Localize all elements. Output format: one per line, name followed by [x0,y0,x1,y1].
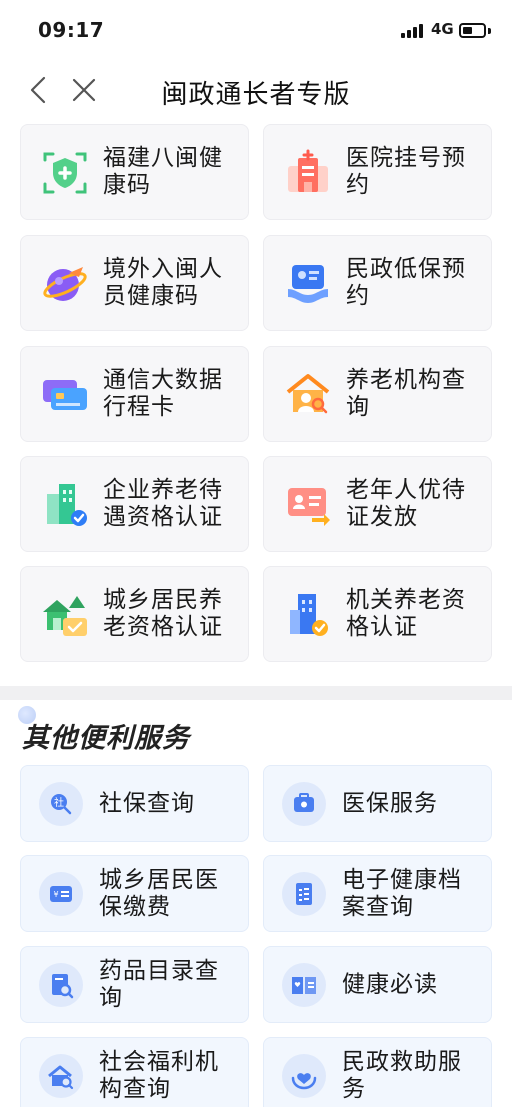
service-label: 养老机构查询 [346,367,466,420]
certificate-arrow-icon [282,478,334,530]
service-card-civil-relief-service[interactable]: 民政救助服务 [263,1037,492,1107]
plane-globe-icon [39,257,91,309]
service-label: 境外入闽人员健康码 [103,256,223,309]
service-card-low-income-appointment[interactable]: 民政低保预约 [263,235,492,331]
service-label: 福建八闽健康码 [103,145,223,198]
battery-icon [459,23,486,38]
service-card-senior-certificate[interactable]: 老年人优待证发放 [263,456,492,552]
service-label: 民政低保预约 [346,256,466,309]
id-card-hand-icon [282,257,334,309]
service-label: 药品目录查询 [99,957,219,1011]
heart-hands-icon [282,1053,326,1098]
drug-catalog-search-icon [39,962,83,1007]
service-card-rural-medical-payment[interactable]: ¥ 城乡居民医保缴费 [20,855,249,932]
service-label: 城乡居民养老资格认证 [103,587,223,640]
health-file-icon [282,871,326,916]
service-card-elderly-institution-query[interactable]: 养老机构查询 [263,346,492,442]
health-book-icon [282,962,326,1007]
service-card-hospital-appointment[interactable]: 医院挂号预约 [263,124,492,220]
medical-kit-icon [282,781,326,826]
service-card-health-code[interactable]: 福建八闽健康码 [20,124,249,220]
cards-icon [39,368,91,420]
health-code-shield-icon [39,146,91,198]
service-card-enterprise-pension-auth[interactable]: 企业养老待遇资格认证 [20,456,249,552]
service-card-medical-insurance[interactable]: 医保服务 [263,765,492,842]
service-label: 电子健康档案查询 [342,866,462,920]
service-label: 医院挂号预约 [346,145,466,198]
office-check-icon [282,588,334,640]
village-check-icon [39,588,91,640]
service-label: 健康必读 [342,971,438,997]
service-card-social-security-query[interactable]: 社 社保查询 [20,765,249,842]
service-label: 社保查询 [99,790,195,816]
service-label: 通信大数据行程卡 [103,367,223,420]
service-label: 城乡居民医保缴费 [99,866,219,920]
service-label: 机关养老资格认证 [346,587,466,640]
svg-text:社: 社 [54,796,64,809]
svg-text:¥: ¥ [53,890,58,899]
service-card-welfare-institution-query[interactable]: 社会福利机构查询 [20,1037,249,1107]
network-label: 4G [431,20,454,38]
social-security-search-icon: 社 [39,781,83,826]
service-card-health-reading[interactable]: 健康必读 [263,946,492,1023]
service-card-overseas-health-code[interactable]: 境外入闽人员健康码 [20,235,249,331]
nav-bar: 闽政通长者专版 [0,58,512,122]
hospital-icon [282,146,334,198]
service-card-itinerary-card[interactable]: 通信大数据行程卡 [20,346,249,442]
house-search-icon [282,368,334,420]
page-title: 闽政通长者专版 [161,80,351,110]
section-divider [0,686,512,700]
payment-card-icon: ¥ [39,871,83,916]
section-title: 其他便利服务 [22,723,190,754]
service-card-health-record-query[interactable]: 电子健康档案查询 [263,855,492,932]
service-label: 企业养老待遇资格认证 [103,477,223,530]
battery-cap [488,28,491,34]
building-check-icon [39,478,91,530]
service-card-rural-pension-auth[interactable]: 城乡居民养老资格认证 [20,566,249,662]
service-label: 老年人优待证发放 [346,477,466,530]
status-bar: 09:17 4G [0,0,512,58]
service-card-drug-catalog-query[interactable]: 药品目录查询 [20,946,249,1023]
service-label: 社会福利机构查询 [99,1048,219,1102]
service-label: 医保服务 [342,790,438,816]
welfare-house-search-icon [39,1053,83,1098]
service-card-government-pension-auth[interactable]: 机关养老资格认证 [263,566,492,662]
service-label: 民政救助服务 [342,1048,462,1102]
signal-icon [401,24,427,38]
status-time: 09:17 [38,18,105,42]
